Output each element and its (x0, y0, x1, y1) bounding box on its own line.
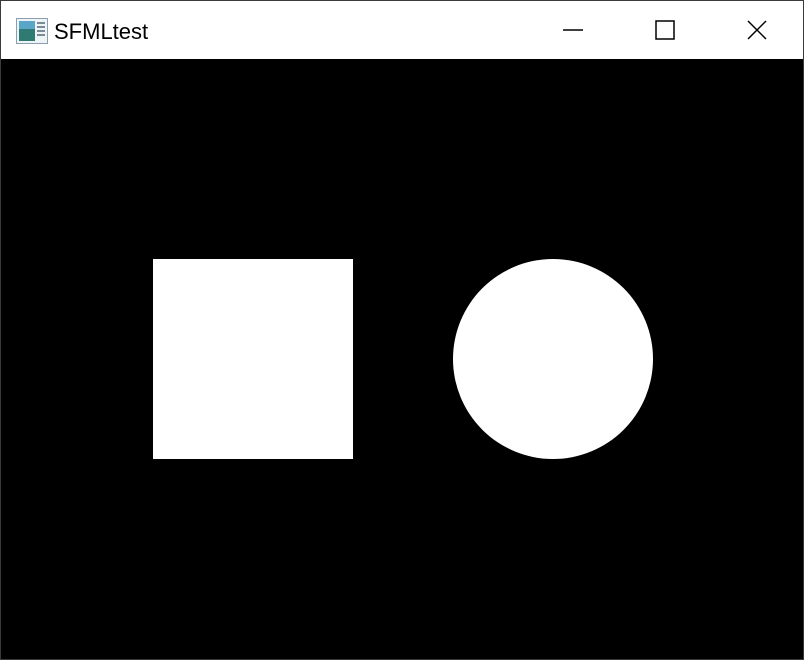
white-square (153, 259, 353, 459)
render-canvas[interactable] (1, 59, 803, 659)
close-icon (746, 20, 767, 40)
white-circle (453, 259, 653, 459)
title-bar[interactable]: SFMLtest (1, 1, 803, 59)
app-window: SFMLtest (0, 0, 804, 660)
maximize-icon (654, 20, 675, 40)
maximize-button[interactable] (618, 1, 711, 59)
app-icon[interactable] (16, 18, 48, 44)
minimize-icon (562, 29, 583, 31)
close-button[interactable] (710, 1, 803, 59)
minimize-button[interactable] (526, 1, 619, 59)
window-title: SFMLtest (54, 19, 149, 44)
